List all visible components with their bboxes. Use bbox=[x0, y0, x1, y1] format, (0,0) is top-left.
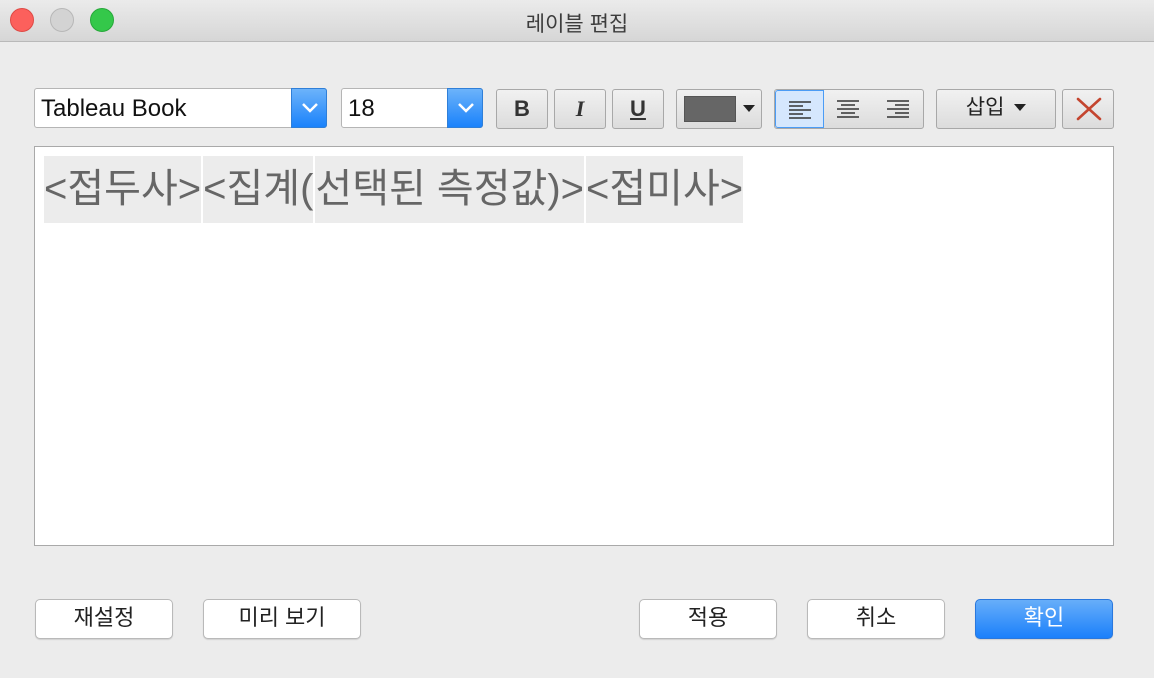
font-family-value: Tableau Book bbox=[41, 95, 187, 122]
font-size-value: 18 bbox=[348, 95, 375, 122]
cancel-button[interactable]: 취소 bbox=[807, 599, 945, 639]
label-text-editor[interactable]: <접두사> <집계( 선택된 측정값)> <접미사> bbox=[34, 146, 1114, 546]
apply-button[interactable]: 적용 bbox=[639, 599, 777, 639]
aggregate-field-token[interactable]: <집계( bbox=[203, 156, 314, 223]
title-bar: 레이블 편집 bbox=[0, 0, 1154, 42]
bold-button[interactable]: B bbox=[496, 89, 548, 129]
prefix-field-token[interactable]: <접두사> bbox=[44, 156, 202, 223]
align-center-button[interactable] bbox=[824, 90, 873, 128]
ok-button[interactable]: 확인 bbox=[975, 599, 1113, 639]
align-center-icon bbox=[837, 100, 860, 118]
text-color-swatch bbox=[684, 96, 736, 122]
align-left-icon bbox=[789, 101, 811, 119]
measure-field-token[interactable]: 선택된 측정값)> bbox=[315, 156, 584, 223]
font-family-select[interactable]: Tableau Book bbox=[34, 88, 327, 128]
clear-format-button[interactable] bbox=[1062, 89, 1114, 129]
reset-button[interactable]: 재설정 bbox=[35, 599, 173, 639]
window-title: 레이블 편집 bbox=[525, 13, 629, 36]
align-left-button[interactable] bbox=[775, 90, 825, 128]
align-right-icon bbox=[886, 100, 909, 118]
font-size-select[interactable]: 18 bbox=[341, 88, 483, 128]
font-family-dropdown-button[interactable] bbox=[291, 88, 327, 128]
chevron-down-icon bbox=[458, 103, 474, 113]
alignment-group bbox=[774, 89, 924, 129]
preview-button[interactable]: 미리 보기 bbox=[203, 599, 361, 639]
suffix-field-token[interactable]: <접미사> bbox=[586, 156, 744, 223]
editor-line: <접두사> <집계( 선택된 측정값)> <접미사> bbox=[44, 156, 745, 223]
italic-button[interactable]: I bbox=[554, 89, 606, 129]
triangle-down-icon bbox=[743, 105, 755, 112]
triangle-down-icon bbox=[1014, 104, 1027, 112]
chevron-down-icon bbox=[302, 103, 318, 113]
insert-menu-button[interactable]: 삽입 bbox=[936, 89, 1056, 129]
insert-label: 삽입 bbox=[965, 96, 1005, 119]
close-x-icon bbox=[1076, 97, 1102, 121]
align-right-button[interactable] bbox=[874, 90, 923, 128]
underline-button[interactable]: U bbox=[612, 89, 664, 129]
text-color-button[interactable] bbox=[676, 89, 762, 129]
font-size-dropdown-button[interactable] bbox=[447, 88, 483, 128]
